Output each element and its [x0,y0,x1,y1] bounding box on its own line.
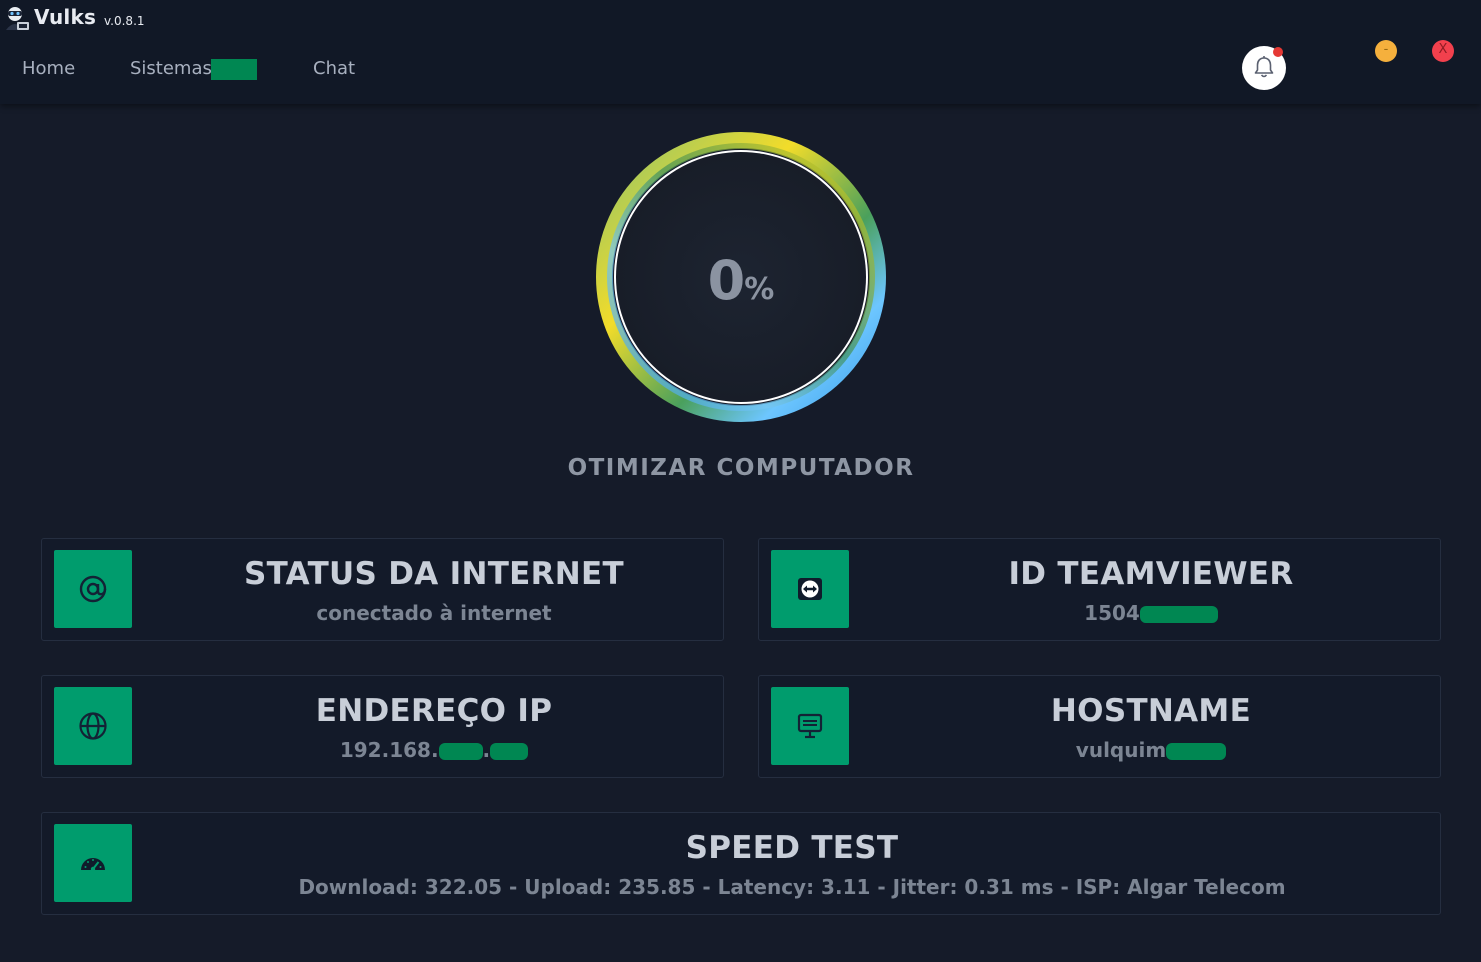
minimize-button[interactable]: - [1375,40,1397,62]
ip-address-value: 192.168.. [152,738,716,762]
optimize-gauge[interactable]: 0% [595,131,887,423]
app-window: Vulks v.0.8.1 Home Sistemas Chat - X 0% … [0,0,1481,962]
hacker-mascot-icon [6,7,29,30]
ip-address-text: 192.168. [339,738,439,762]
internet-status-value: conectado à internet [316,601,552,625]
redaction-mark [438,743,483,760]
close-button[interactable]: X [1432,40,1454,62]
speed-test-icon-tile [54,824,132,902]
at-sign-icon [79,575,107,603]
teamviewer-id-text: 1504 [1084,601,1140,625]
hostname-text: vulquim [1075,738,1167,762]
speedometer-icon [81,858,105,872]
redaction-mark [1166,743,1227,760]
speed-test-results: Download: 322.05 - Upload: 235.85 - Late… [298,875,1286,899]
hostname-value: vulquim [869,738,1433,762]
gauge-value: 0% [595,249,887,312]
redaction-mark [1139,606,1218,623]
internet-status-title: STATUS DA INTERNET [244,556,624,592]
redaction-mark [490,743,529,760]
gauge-unit: % [744,272,775,307]
ip-address-title: ENDEREÇO IP [315,693,553,729]
bell-icon [1254,56,1274,78]
notification-dot [1273,47,1283,57]
internet-icon-tile [54,550,132,628]
gauge-number: 0 [707,249,746,312]
ip-icon-tile [54,687,132,765]
title-bar: Vulks v.0.8.1 Home Sistemas Chat - X [0,0,1481,104]
hostname-title: HOSTNAME [1050,693,1252,729]
teamviewer-card: ID TEAMVIEWER 1504 [758,538,1441,641]
notifications-button[interactable] [1242,46,1286,90]
teamviewer-icon-tile [771,550,849,628]
speed-test-title: SPEED TEST [685,830,899,866]
optimize-computer-label[interactable]: OTIMIZAR COMPUTADOR [441,455,1041,481]
sistemas-badge [211,59,257,80]
hostname-card: HOSTNAME vulquim [758,675,1441,778]
monitor-icon [797,713,823,739]
app-name: Vulks [34,5,97,29]
globe-icon [79,712,107,740]
teamviewer-icon [798,578,822,600]
nav-home[interactable]: Home [22,58,75,79]
teamviewer-title: ID TEAMVIEWER [1008,556,1294,592]
hostname-icon-tile [771,687,849,765]
ip-address-card: ENDEREÇO IP 192.168.. [41,675,724,778]
teamviewer-id: 1504 [869,601,1433,625]
internet-status-card: STATUS DA INTERNET conectado à internet [41,538,724,641]
nav-sistemas[interactable]: Sistemas [130,58,212,79]
speed-test-card[interactable]: SPEED TEST Download: 322.05 - Upload: 23… [41,812,1441,915]
nav-chat[interactable]: Chat [313,58,355,79]
app-version: v.0.8.1 [104,14,145,28]
